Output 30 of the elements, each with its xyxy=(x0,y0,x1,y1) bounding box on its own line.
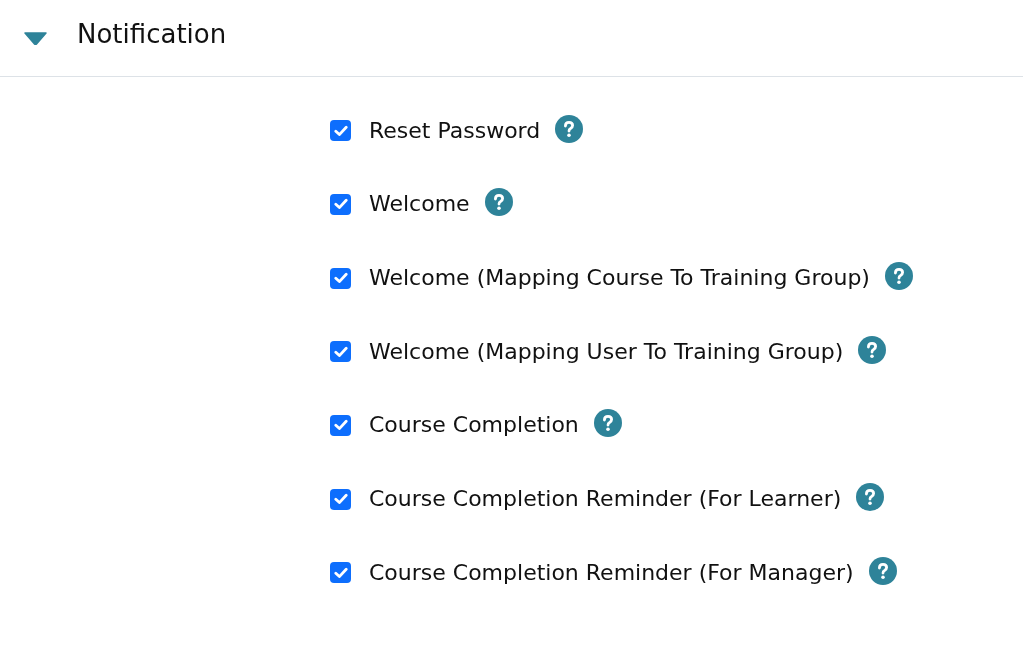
check-icon xyxy=(333,198,348,211)
check-icon xyxy=(333,419,348,432)
checkbox[interactable] xyxy=(330,488,351,510)
checkbox[interactable] xyxy=(330,414,351,436)
help-icon[interactable] xyxy=(856,483,885,512)
option-label: Welcome (Mapping User To Training Group) xyxy=(369,340,844,363)
help-icon[interactable] xyxy=(858,335,887,364)
option-label: Welcome xyxy=(369,193,470,216)
checkbox[interactable] xyxy=(330,341,351,363)
help-icon[interactable] xyxy=(593,409,622,438)
option-label: Course Completion Reminder (For Manager) xyxy=(369,561,854,584)
check-icon xyxy=(333,345,348,358)
checkbox[interactable] xyxy=(330,194,351,215)
checkbox[interactable] xyxy=(330,267,351,289)
option-label: Reset Password xyxy=(369,119,541,142)
option-label: Course Completion xyxy=(369,414,579,437)
checkbox[interactable] xyxy=(330,120,351,142)
option-label: Course Completion Reminder (For Learner) xyxy=(369,488,842,511)
help-icon[interactable] xyxy=(484,188,513,217)
checkbox[interactable] xyxy=(330,562,351,584)
check-icon xyxy=(333,566,348,579)
check-icon xyxy=(333,124,348,137)
check-icon xyxy=(333,493,348,506)
help-icon[interactable] xyxy=(884,262,913,291)
caret-icon xyxy=(23,31,47,45)
help-icon[interactable] xyxy=(555,114,584,143)
check-icon xyxy=(333,272,348,285)
section-title: Notification xyxy=(77,21,227,51)
option-label: Welcome (Mapping Course To Training Group) xyxy=(369,267,870,290)
help-icon[interactable] xyxy=(868,556,897,585)
